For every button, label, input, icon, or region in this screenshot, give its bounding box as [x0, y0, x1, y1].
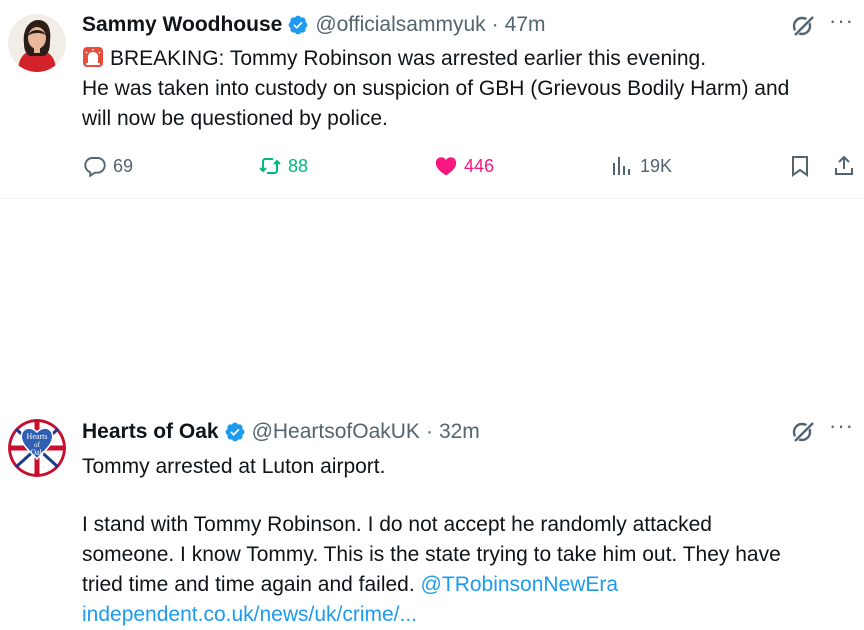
- heart-icon: [435, 157, 457, 176]
- author-name[interactable]: Hearts of Oak: [82, 420, 219, 444]
- tweet-line: I stand with Tommy Robinson. I do not ac…: [82, 513, 712, 536]
- reply-count: 69: [113, 155, 134, 176]
- separator-dot: ·: [425, 420, 433, 443]
- retweet-icon: [259, 158, 281, 174]
- tweet-line-text: tried time and time again and failed.: [82, 573, 415, 596]
- views-button[interactable]: 19K: [610, 154, 672, 178]
- verified-badge-icon: [287, 14, 309, 36]
- tweet-line: tried time and time again and failed. @T…: [82, 570, 852, 600]
- bookmark-button[interactable]: [788, 154, 818, 178]
- tweet-text: Tommy arrested at Luton airport. I stand…: [82, 452, 852, 630]
- grok-icon[interactable]: [790, 13, 816, 39]
- more-options-icon[interactable]: ···: [829, 8, 854, 34]
- timestamp[interactable]: 47m: [505, 13, 546, 37]
- retweet-count: 88: [288, 155, 309, 176]
- tweet-line: someone. I know Tommy. This is the state…: [82, 543, 781, 566]
- hearts-of-oak-logo: Hearts of Oak: [8, 419, 66, 477]
- tweet-line: BREAKING: Tommy Robinson was arrested ea…: [82, 44, 852, 74]
- tweet-header: Hearts of Oak @HeartsofOakUK · 32m: [82, 417, 480, 447]
- tweet-line: Tommy arrested at Luton airport.: [82, 455, 386, 478]
- avatar[interactable]: [8, 14, 66, 72]
- more-options-icon[interactable]: ···: [829, 413, 854, 439]
- like-count: 446: [464, 155, 495, 176]
- share-icon: [835, 155, 853, 175]
- tweet-actions: 69 88 446 19K: [0, 154, 864, 182]
- retweet-button[interactable]: 88: [258, 154, 308, 178]
- tweet-sammy-woodhouse[interactable]: Sammy Woodhouse @officialsammyuk · 47m ·…: [0, 0, 864, 199]
- views-chart-icon: [613, 157, 630, 175]
- logo-text-hearts: Hearts: [27, 432, 48, 441]
- siren-icon: [82, 46, 104, 68]
- reply-button[interactable]: 69: [83, 154, 133, 178]
- reply-icon: [84, 157, 106, 178]
- tweet-line: will now be questioned by police.: [82, 107, 388, 130]
- bookmark-icon: [792, 156, 808, 177]
- tweet-text: BREAKING: Tommy Robinson was arrested ea…: [82, 44, 852, 134]
- grok-icon[interactable]: [790, 419, 816, 445]
- verified-badge-icon: [224, 421, 246, 443]
- avatar[interactable]: Hearts of Oak: [8, 419, 66, 477]
- mention-link[interactable]: @TRobinsonNewEra: [421, 573, 619, 596]
- share-button[interactable]: [832, 154, 862, 178]
- view-count: 19K: [640, 155, 673, 176]
- tweet-header: Sammy Woodhouse @officialsammyuk · 47m: [82, 10, 545, 40]
- avatar-photo: [8, 14, 66, 72]
- tweet-hearts-of-oak[interactable]: Hearts of Oak Hearts of Oak @HeartsofOak…: [0, 199, 864, 626]
- like-button[interactable]: 446: [434, 154, 494, 178]
- article-link[interactable]: independent.co.uk/news/uk/crime/...: [82, 600, 852, 630]
- tweet-line: He was taken into custody on suspicion o…: [82, 77, 790, 100]
- timestamp[interactable]: 32m: [439, 420, 480, 444]
- logo-text-oak: Oak: [30, 448, 43, 457]
- author-handle[interactable]: @officialsammyuk: [315, 13, 485, 37]
- author-handle[interactable]: @HeartsofOakUK: [252, 420, 420, 444]
- tweet-line-text: BREAKING: Tommy Robinson was arrested ea…: [110, 47, 707, 70]
- separator-dot: ·: [491, 13, 499, 36]
- author-name[interactable]: Sammy Woodhouse: [82, 13, 282, 37]
